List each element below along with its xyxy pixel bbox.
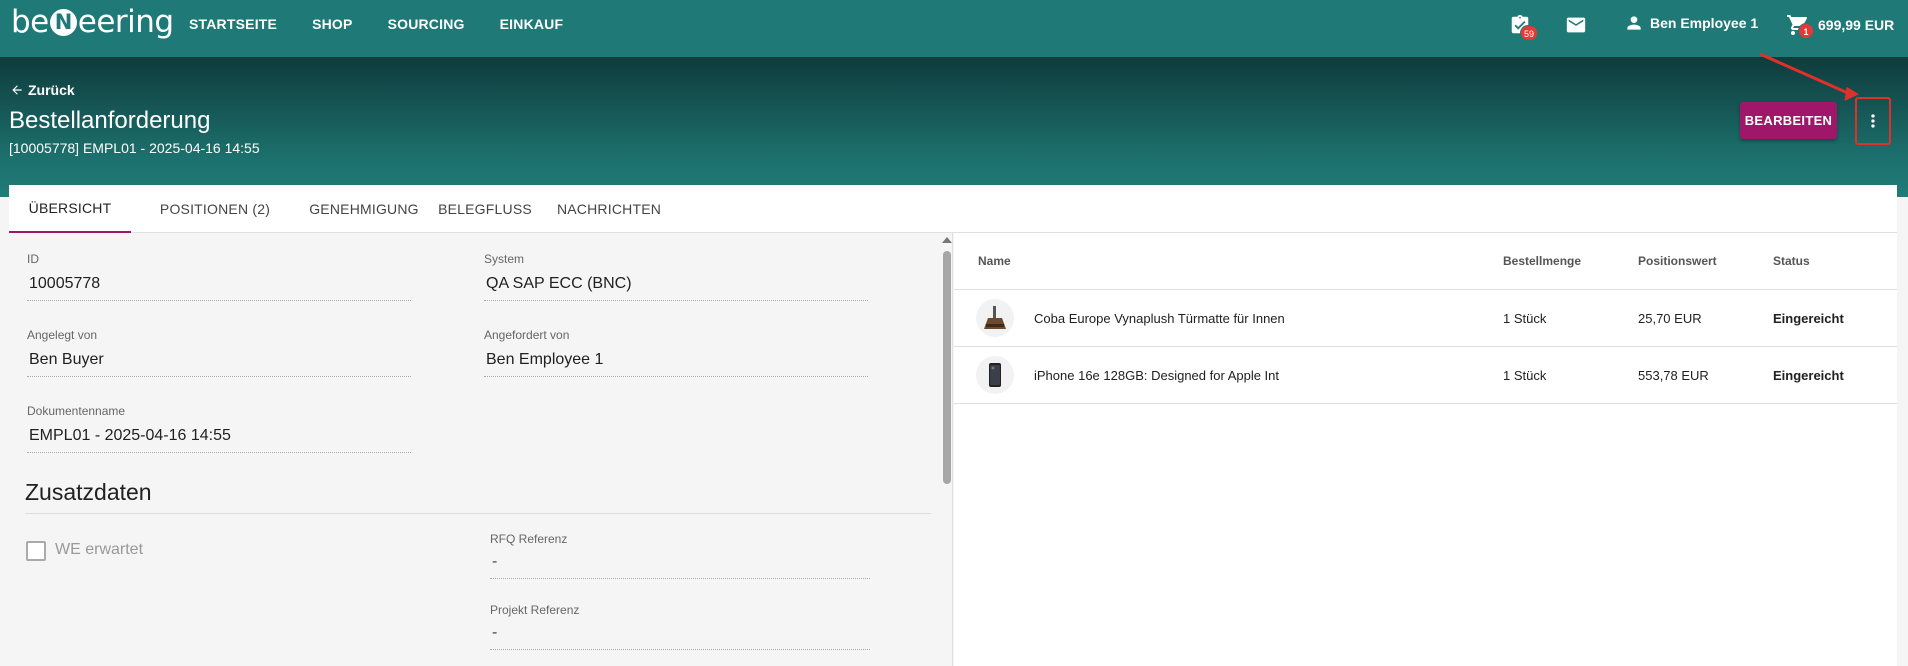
- system-value: QA SAP ECC (BNC): [484, 275, 868, 301]
- cart-button[interactable]: 1 699,99 EUR: [1786, 13, 1895, 39]
- nav-sourcing[interactable]: SOURCING: [388, 16, 465, 32]
- docname-value: EMPL01 - 2025-04-16 14:55: [27, 427, 411, 453]
- tasks-button[interactable]: 59: [1508, 13, 1539, 41]
- mail-icon: [1566, 17, 1586, 33]
- cart-badge: 1: [1798, 23, 1814, 39]
- page-subtitle: [10005778] EMPL01 - 2025-04-16 14:55: [9, 140, 260, 156]
- tab-bar: ÜBERSICHT POSITIONEN (2) GENEHMIGUNG BEL…: [9, 185, 1897, 233]
- row-qty: 1 Stück: [1503, 311, 1547, 326]
- page-header: Zurück Bestellanforderung [10005778] EMP…: [0, 57, 1908, 197]
- created-by-value: Ben Buyer: [27, 351, 411, 377]
- user-menu[interactable]: Ben Employee 1: [1624, 13, 1758, 33]
- nav-einkauf[interactable]: EINKAUF: [500, 16, 564, 32]
- table-bottom-border: [954, 403, 1897, 404]
- tab-nachrichten[interactable]: NACHRICHTEN: [541, 185, 677, 233]
- cart-total: 699,99 EUR: [1818, 17, 1895, 33]
- tasks-badge: 59: [1520, 25, 1539, 41]
- requested-by-label: Angefordert von: [484, 328, 570, 342]
- back-label: Zurück: [28, 82, 75, 98]
- back-link[interactable]: Zurück: [10, 82, 75, 98]
- arrow-left-icon: [12, 85, 22, 95]
- edit-button[interactable]: BEARBEITEN: [1740, 102, 1837, 139]
- messages-button[interactable]: [1564, 13, 1588, 37]
- docname-label: Dokumentenname: [27, 404, 126, 418]
- page-title: Bestellanforderung: [9, 107, 211, 134]
- nav-startseite[interactable]: STARTSEITE: [189, 16, 277, 32]
- id-value: 10005778: [27, 275, 411, 301]
- we-expected-checkbox[interactable]: [26, 541, 46, 561]
- row-status: Eingereicht: [1773, 368, 1844, 383]
- annotation-arrow-icon: [1759, 52, 1859, 102]
- project-label: Projekt Referenz: [490, 603, 580, 617]
- iphone-product-icon: [989, 363, 1001, 387]
- created-by-label: Angelegt von: [27, 328, 98, 342]
- requested-by-value: Ben Employee 1: [484, 351, 868, 377]
- id-label: ID: [27, 252, 39, 266]
- rfq-value: -: [490, 553, 870, 579]
- more-vert-icon: [1871, 114, 1875, 128]
- table-row[interactable]: Coba Europe Vynaplush Türmatte für Innen…: [954, 289, 1897, 346]
- col-header-value: Positionswert: [1638, 254, 1717, 268]
- we-expected-label: WE erwartet: [55, 541, 144, 558]
- tab-positionen[interactable]: POSITIONEN (2): [131, 185, 299, 233]
- tab-belegfluss[interactable]: BELEGFLUSS: [429, 185, 541, 233]
- nav-shop[interactable]: SHOP: [312, 16, 352, 32]
- section-divider: [25, 513, 931, 514]
- positions-table: Name Bestellmenge Positionswert Status C…: [954, 233, 1897, 666]
- row-value: 553,78 EUR: [1638, 368, 1709, 383]
- user-name: Ben Employee 1: [1650, 15, 1759, 31]
- brand-logo[interactable]: be Neering: [11, 4, 174, 40]
- col-header-qty: Bestellmenge: [1503, 254, 1582, 268]
- doormat-product-icon: [984, 306, 1006, 329]
- system-label: System: [484, 252, 525, 266]
- product-thumbnail: [976, 356, 1014, 394]
- row-value: 25,70 EUR: [1638, 311, 1702, 326]
- row-status: Eingereicht: [1773, 311, 1844, 326]
- main-nav: STARTSEITE SHOP SOURCING EINKAUF: [189, 0, 598, 48]
- scrollbar-thumb[interactable]: [943, 251, 951, 484]
- tab-genehmigung[interactable]: GENEHMIGUNG: [299, 185, 429, 233]
- extra-data-title: Zusatzdaten: [25, 479, 152, 505]
- col-header-name: Name: [978, 254, 1011, 268]
- row-name: Coba Europe Vynaplush Türmatte für Innen: [1034, 311, 1285, 326]
- person-icon: [1627, 16, 1641, 30]
- rfq-label: RFQ Referenz: [490, 532, 568, 546]
- row-name: iPhone 16e 128GB: Designed for Apple Int: [1034, 368, 1280, 383]
- row-qty: 1 Stück: [1503, 368, 1547, 383]
- scroll-up-arrow-icon[interactable]: [942, 237, 952, 243]
- top-bar: be Neering STARTSEITE SHOP SOURCING EINKA…: [0, 0, 1908, 57]
- cart-icon-wrap: 1: [1786, 13, 1814, 39]
- tab-uebersicht[interactable]: ÜBERSICHT: [9, 185, 131, 233]
- overview-panel: ID 10005778 System QA SAP ECC (BNC) Ange…: [9, 233, 953, 666]
- product-thumbnail: [976, 299, 1014, 337]
- col-header-status: Status: [1773, 254, 1810, 268]
- project-value: -: [490, 624, 870, 650]
- table-row[interactable]: iPhone 16e 128GB: Designed for Apple Int…: [954, 346, 1897, 403]
